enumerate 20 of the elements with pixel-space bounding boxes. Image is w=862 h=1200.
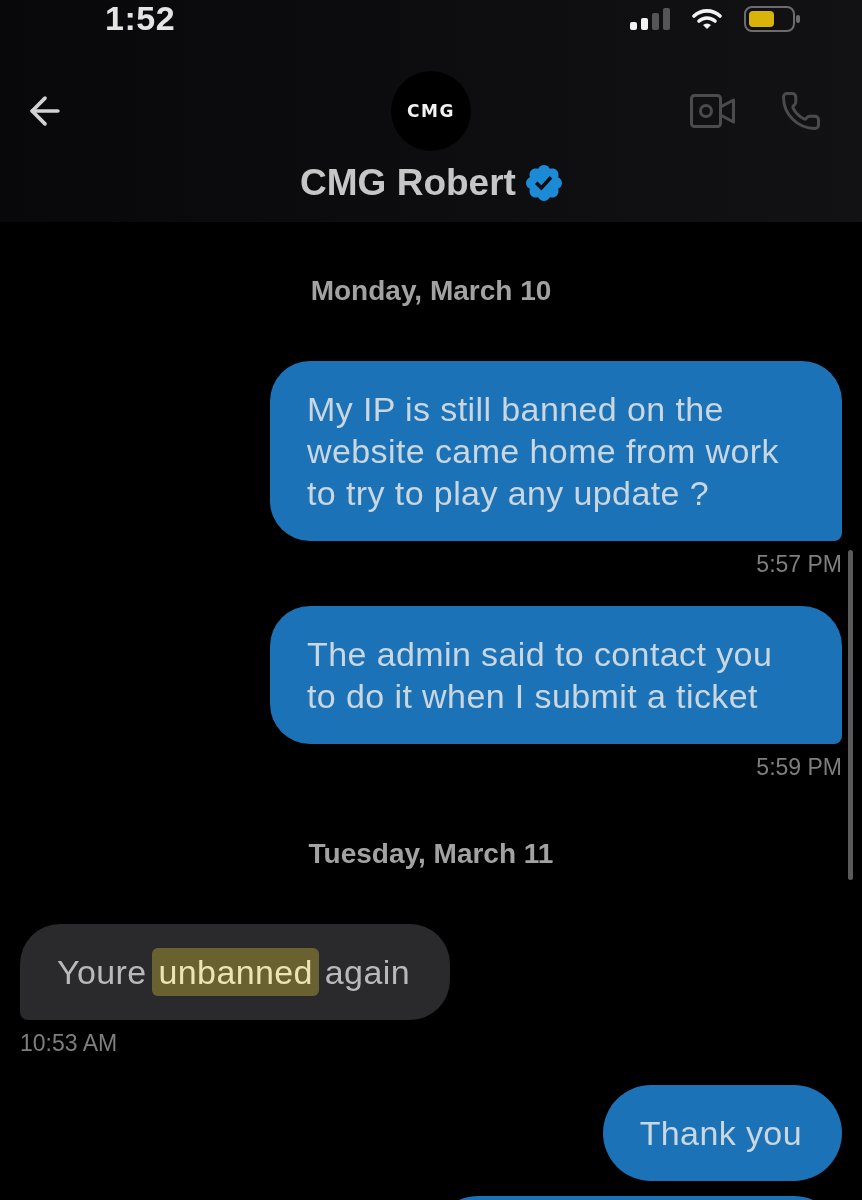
video-camera-icon bbox=[690, 94, 735, 128]
battery-icon bbox=[744, 6, 800, 32]
signal-icon bbox=[630, 8, 670, 30]
message-text: The admin said to contact you to do it when I submit a ticket bbox=[307, 634, 774, 717]
message-text: Youre unbanned again bbox=[57, 951, 410, 993]
voice-call-button[interactable] bbox=[780, 90, 822, 132]
date-divider: Monday, March 10 bbox=[310, 275, 552, 307]
wifi-icon bbox=[692, 8, 722, 30]
scrollbar[interactable] bbox=[848, 550, 853, 880]
message-text: Thank you bbox=[639, 1113, 802, 1154]
status-time: 1:52 bbox=[105, 0, 176, 36]
date-divider: Tuesday, March 11 bbox=[308, 838, 554, 870]
contact-name: CMG Robert bbox=[300, 163, 516, 203]
message-time: 5:57 PM bbox=[756, 551, 842, 577]
phone-icon bbox=[780, 90, 822, 132]
message-time: 10:53 AM bbox=[20, 1030, 118, 1056]
message-time: 5:59 PM bbox=[756, 754, 842, 780]
message-text: My IP is still banned on the website came home from work to try to play any update ? bbox=[307, 389, 780, 514]
video-call-button[interactable] bbox=[690, 94, 735, 128]
avatar-logo[interactable]: CMG bbox=[391, 71, 471, 151]
